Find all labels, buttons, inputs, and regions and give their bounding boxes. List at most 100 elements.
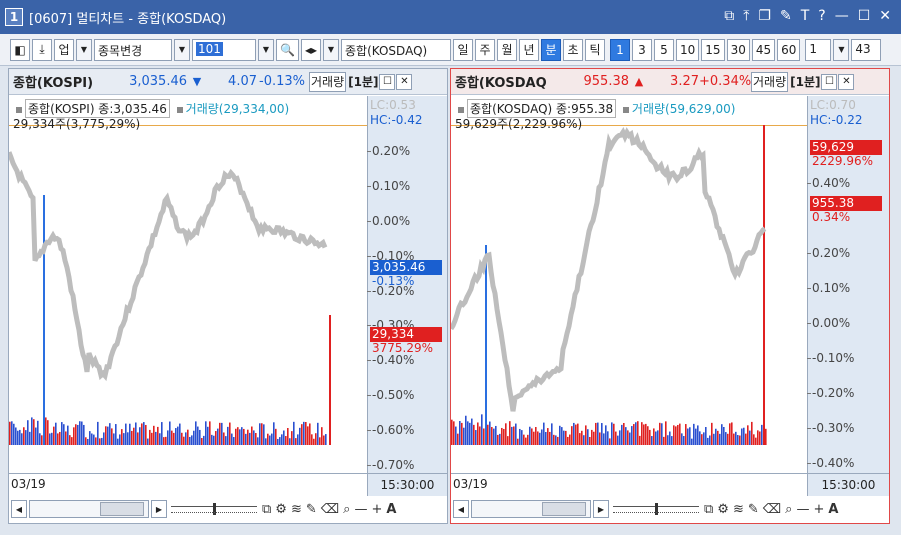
volume-bar: [211, 434, 213, 445]
price-line: [451, 126, 767, 412]
zoom-in-icon[interactable]: +: [370, 502, 383, 517]
restore-icon[interactable]: ❐: [758, 8, 771, 24]
scroll-right-button[interactable]: ▶: [593, 500, 609, 518]
volume-bar: [229, 422, 231, 445]
close-panel-icon[interactable]: ✕: [396, 73, 413, 90]
interval-1[interactable]: 1: [610, 38, 630, 61]
extra-input[interactable]: 43: [851, 38, 882, 61]
scroll-left-button[interactable]: ◀: [453, 500, 469, 518]
volume-bar: [17, 430, 19, 445]
zoom-slider[interactable]: [169, 502, 259, 516]
count-input[interactable]: 1: [805, 38, 832, 61]
draw-icon[interactable]: ✎: [305, 502, 318, 517]
volume-bar: [675, 426, 677, 445]
indicator-icon[interactable]: ≋: [290, 502, 303, 517]
period-tick[interactable]: 틱: [585, 38, 605, 61]
interval-15[interactable]: 15: [701, 38, 725, 61]
volume-bar: [9, 421, 11, 445]
auto-scale-icon[interactable]: A: [827, 502, 839, 517]
volume-toggle-button[interactable]: 거래량: [751, 71, 789, 92]
scroll-left-button[interactable]: ◀: [11, 500, 27, 518]
volume-bar: [55, 422, 57, 445]
font-icon[interactable]: T: [801, 8, 810, 24]
interval-3[interactable]: 3: [632, 38, 652, 61]
market-dropdown-arrow[interactable]: ▼: [76, 38, 92, 61]
interval-30[interactable]: 30: [726, 38, 750, 61]
settings-icon[interactable]: ⚙: [716, 502, 730, 517]
link-window-icon[interactable]: ⧉: [724, 8, 734, 24]
down-arrow-icon: ▼: [192, 75, 202, 88]
period-second[interactable]: 초: [563, 38, 583, 61]
settings-icon[interactable]: ⚙: [274, 502, 288, 517]
volume-bar: [79, 421, 81, 445]
zoom-icon[interactable]: ⌕: [784, 502, 793, 517]
maximize-panel-icon[interactable]: ☐: [379, 73, 396, 90]
volume-bar: [677, 424, 679, 445]
volume-bar: [523, 434, 525, 445]
volume-toggle-button[interactable]: 거래량: [309, 71, 347, 92]
search-icon[interactable]: 🔍: [276, 38, 299, 61]
copy-icon[interactable]: ⧉: [703, 502, 714, 517]
scroll-thumb[interactable]: [542, 502, 586, 516]
change-dropdown-arrow[interactable]: ▼: [174, 38, 190, 61]
pin-icon[interactable]: ⤒: [743, 8, 749, 24]
eraser-icon[interactable]: ⌫: [762, 502, 782, 517]
zoom-icon[interactable]: ⌕: [342, 502, 351, 517]
count-dropdown-arrow[interactable]: ▼: [833, 38, 850, 61]
tool-icon[interactable]: ✎: [780, 8, 792, 24]
close-panel-icon[interactable]: ✕: [838, 73, 855, 90]
indicator-icon[interactable]: ≋: [732, 502, 745, 517]
layout-icon[interactable]: ◧: [10, 38, 30, 61]
period-day[interactable]: 일: [453, 38, 473, 61]
volume-bar: [529, 426, 531, 445]
auto-scale-icon[interactable]: A: [385, 502, 397, 517]
market-type-label[interactable]: 업: [54, 38, 74, 61]
change-symbol-button[interactable]: 종목변경: [94, 38, 172, 61]
volume-bar: [77, 424, 79, 445]
horizontal-scrollbar[interactable]: [29, 500, 149, 518]
help-icon[interactable]: ?: [818, 8, 825, 24]
interval-5[interactable]: 5: [654, 38, 674, 61]
volume-bar: [599, 432, 601, 445]
volume-bar: [23, 427, 25, 445]
draw-icon[interactable]: ✎: [747, 502, 760, 517]
minimize-icon[interactable]: —: [835, 8, 849, 24]
download-icon[interactable]: ⤓: [32, 38, 52, 61]
history-dropdown-arrow[interactable]: ▼: [323, 38, 339, 61]
period-week[interactable]: 주: [475, 38, 495, 61]
interval-60[interactable]: 60: [777, 38, 801, 61]
axis-hc-label: HC:-0.42: [370, 113, 423, 127]
chart-plot-area[interactable]: 종합(KOSDAQ) 종:955.38 거래량(59,629,00) 59,62…: [451, 96, 807, 495]
chart-controls: ◀ ▶ ⧉ ⚙ ≋ ✎ ⌫ ⌕ — + A: [9, 495, 447, 523]
period-minute[interactable]: 분: [541, 38, 561, 61]
maximize-icon[interactable]: ☐: [858, 8, 871, 24]
eraser-icon[interactable]: ⌫: [320, 502, 340, 517]
zoom-out-icon[interactable]: —: [795, 502, 810, 517]
volume-bar: [731, 422, 733, 445]
prev-next-icon[interactable]: ◂▸: [300, 38, 321, 61]
close-icon[interactable]: ✕: [879, 8, 891, 24]
chart-plot-area[interactable]: 종합(KOSPI) 종:3,035.46 거래량(29,334,00) 29,3…: [9, 96, 367, 495]
zoom-knob[interactable]: [655, 503, 658, 515]
horizontal-scrollbar[interactable]: [471, 500, 591, 518]
period-month[interactable]: 월: [497, 38, 517, 61]
price-tag: 3,035.46: [370, 260, 442, 275]
copy-icon[interactable]: ⧉: [261, 502, 272, 517]
code-dropdown-arrow[interactable]: ▼: [258, 38, 274, 61]
period-year[interactable]: 년: [519, 38, 539, 61]
maximize-panel-icon[interactable]: ☐: [821, 73, 838, 90]
interval-10[interactable]: 10: [676, 38, 700, 61]
volume-bar: [689, 427, 691, 445]
zoom-knob[interactable]: [213, 503, 216, 515]
interval-45[interactable]: 45: [751, 38, 776, 61]
zoom-slider[interactable]: [611, 502, 701, 516]
volume-bar: [743, 427, 745, 445]
code-input[interactable]: 101: [192, 38, 256, 61]
scroll-right-button[interactable]: ▶: [151, 500, 167, 518]
zoom-in-icon[interactable]: +: [812, 502, 825, 517]
panel-change: 3.27: [670, 74, 699, 89]
zoom-out-icon[interactable]: —: [353, 502, 368, 517]
axis-label: 0.10%: [366, 179, 411, 193]
scroll-thumb[interactable]: [100, 502, 144, 516]
volume-bar: [63, 424, 65, 445]
